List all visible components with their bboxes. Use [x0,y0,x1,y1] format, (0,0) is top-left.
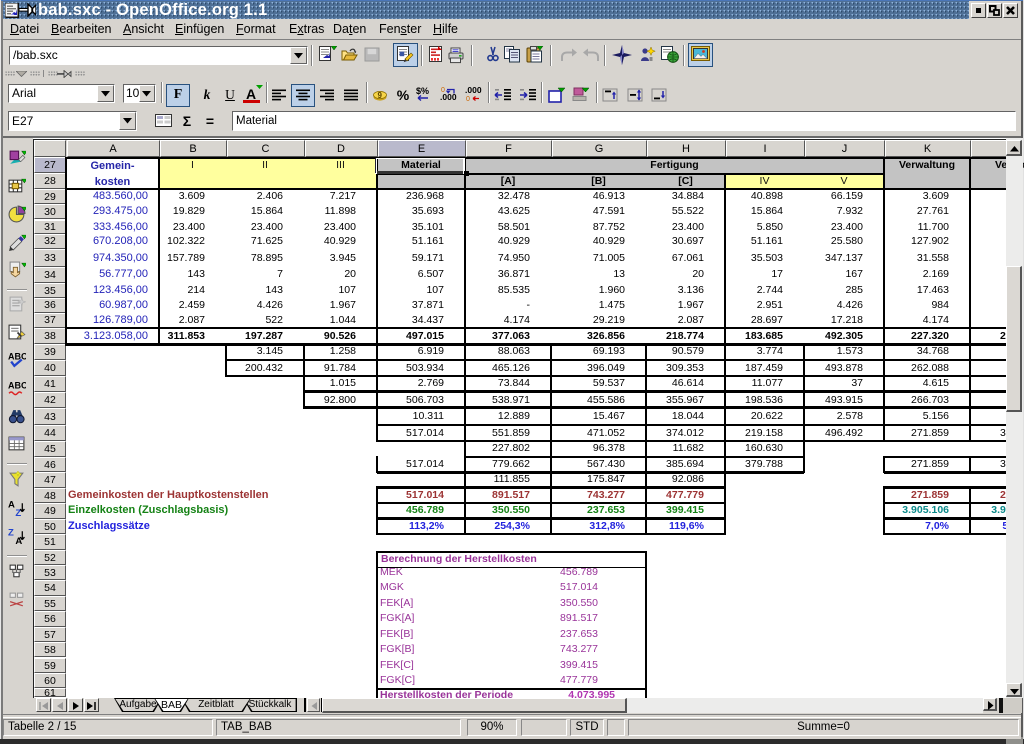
svg-text:A: A [15,536,22,545]
svg-text:$%: $% [416,86,429,96]
svg-text:A: A [8,499,15,510]
svg-text:0: 0 [466,96,470,102]
svg-text:0: 0 [441,87,445,94]
svg-text:9: 9 [378,91,383,100]
svg-text:ABC: ABC [8,381,26,391]
svg-text:Z: Z [8,527,14,538]
svg-text:.000: .000 [465,86,482,95]
svg-text:ABC: ABC [8,351,26,361]
